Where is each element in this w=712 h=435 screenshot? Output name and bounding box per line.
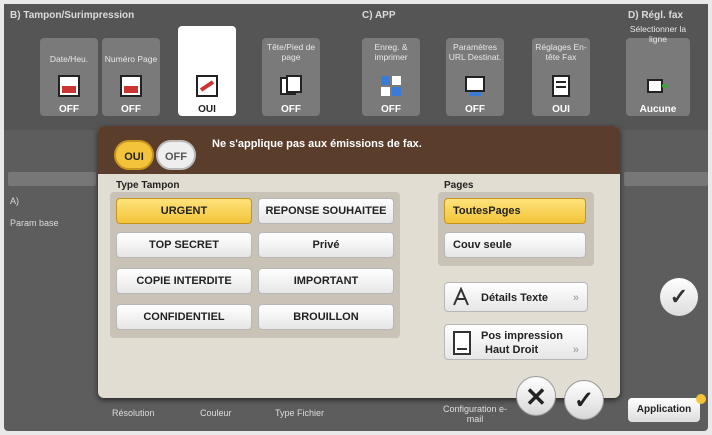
fax-notice: Ne s'applique pas aux émissions de fax. bbox=[212, 138, 422, 150]
bottom-couleur[interactable]: Couleur bbox=[200, 408, 232, 418]
pos-impression-value: Haut Droit bbox=[485, 344, 539, 356]
header-footer-icon bbox=[280, 75, 302, 95]
tab-selectionner-ligne[interactable]: Sélectionner la ligne Aucune bbox=[626, 24, 690, 116]
tab-state: Aucune bbox=[639, 104, 677, 115]
tab-tete-pied-page[interactable]: Tête/Pied de page OFF bbox=[262, 38, 320, 116]
tab-state: OFF bbox=[281, 104, 301, 115]
details-texte-button[interactable]: Détails Texte » bbox=[444, 282, 588, 312]
tab-tampon[interactable]: Tampon OUI bbox=[178, 26, 236, 116]
tab-label: Sélectionner la ligne bbox=[629, 24, 687, 44]
page-number-icon bbox=[120, 75, 142, 97]
tab-state: OFF bbox=[465, 104, 485, 115]
tab-label: Réglages En-tête Fax bbox=[535, 42, 587, 62]
stamp-top-secret-button[interactable]: TOP SECRET bbox=[116, 232, 252, 258]
text-letter-icon bbox=[453, 287, 469, 306]
pages-header: Pages bbox=[444, 180, 474, 191]
tab-parametres-url[interactable]: Paramètres URL Destinat. OFF bbox=[446, 38, 504, 116]
section-c-title: C) APP bbox=[362, 10, 396, 21]
tab-label: Enreg. & imprimer bbox=[374, 42, 408, 62]
save-print-icon bbox=[381, 76, 401, 96]
pos-impression-button[interactable]: Pos impression Haut Droit » bbox=[444, 324, 588, 360]
tab-state: OFF bbox=[381, 104, 401, 115]
fax-header-icon bbox=[552, 75, 570, 97]
bottom-resolution[interactable]: Résolution bbox=[112, 408, 155, 418]
pages-couv-seule-button[interactable]: Couv seule bbox=[444, 232, 586, 258]
tab-state: OUI bbox=[552, 104, 570, 115]
tab-state: OFF bbox=[59, 104, 79, 115]
toggle-oui-button[interactable]: OUI bbox=[114, 140, 154, 170]
param-base-link[interactable]: Param base bbox=[10, 218, 59, 228]
section-b-title: B) Tampon/Surimpression bbox=[10, 10, 135, 21]
tab-reglages-entete-fax[interactable]: Réglages En-tête Fax OUI bbox=[532, 38, 590, 116]
date-stamp-icon bbox=[58, 75, 80, 97]
tab-label: Tampon bbox=[182, 33, 232, 49]
chevron-right-icon: » bbox=[572, 292, 579, 304]
stamp-urgent-button[interactable]: URGENT bbox=[116, 198, 252, 224]
stamp-icon bbox=[196, 75, 218, 97]
pos-impression-label: Pos impression bbox=[481, 330, 563, 342]
application-indicator-icon bbox=[696, 394, 706, 404]
scroll-handle-right bbox=[624, 172, 708, 186]
scroll-handle-left bbox=[8, 172, 96, 186]
cancel-x-icon[interactable]: ✕ bbox=[516, 376, 556, 416]
tab-label: Tête/Pied de page bbox=[266, 42, 316, 62]
tab-numero-page[interactable]: Numéro Page OFF bbox=[102, 38, 160, 116]
phone-line-icon bbox=[647, 79, 668, 93]
pages-toutes-button[interactable]: ToutesPages bbox=[444, 198, 586, 224]
bottom-config-email[interactable]: Configuration e-mail bbox=[440, 404, 510, 424]
tab-enreg-imprimer[interactable]: Enreg. & imprimer OFF bbox=[362, 38, 420, 116]
url-destination-icon bbox=[465, 76, 485, 96]
ok-check-icon[interactable]: ✓ bbox=[660, 278, 698, 316]
stamp-brouillon-button[interactable]: BROUILLON bbox=[258, 304, 394, 330]
page-position-icon bbox=[453, 331, 471, 355]
tab-label: Paramètres URL Destinat. bbox=[448, 42, 502, 62]
details-texte-label: Détails Texte bbox=[481, 292, 549, 304]
tab-label: Numéro Page bbox=[104, 54, 158, 64]
tab-label: Date/Heu. bbox=[49, 54, 89, 64]
stamp-reponse-souhaitee-button[interactable]: REPONSE SOUHAITEE bbox=[258, 198, 394, 224]
toggle-off-button[interactable]: OFF bbox=[156, 140, 196, 170]
tab-state: OFF bbox=[121, 104, 141, 115]
stamp-important-button[interactable]: IMPORTANT bbox=[258, 268, 394, 294]
tab-state: OUI bbox=[198, 104, 216, 115]
section-d-title: D) Régl. fax bbox=[628, 10, 684, 21]
confirm-check-icon[interactable]: ✓ bbox=[564, 380, 604, 420]
tab-date-heure[interactable]: Date/Heu. OFF bbox=[40, 38, 98, 116]
stamp-confidentiel-button[interactable]: CONFIDENTIEL bbox=[116, 304, 252, 330]
application-button[interactable]: Application bbox=[628, 398, 700, 422]
bottom-type-fichier[interactable]: Type Fichier bbox=[275, 408, 324, 418]
stamp-prive-button[interactable]: Privé bbox=[258, 232, 394, 258]
section-a-title: A) bbox=[10, 196, 19, 206]
stamp-copie-interdite-button[interactable]: COPIE INTERDITE bbox=[116, 268, 252, 294]
type-tampon-header: Type Tampon bbox=[116, 180, 180, 191]
chevron-right-icon: » bbox=[572, 344, 579, 356]
